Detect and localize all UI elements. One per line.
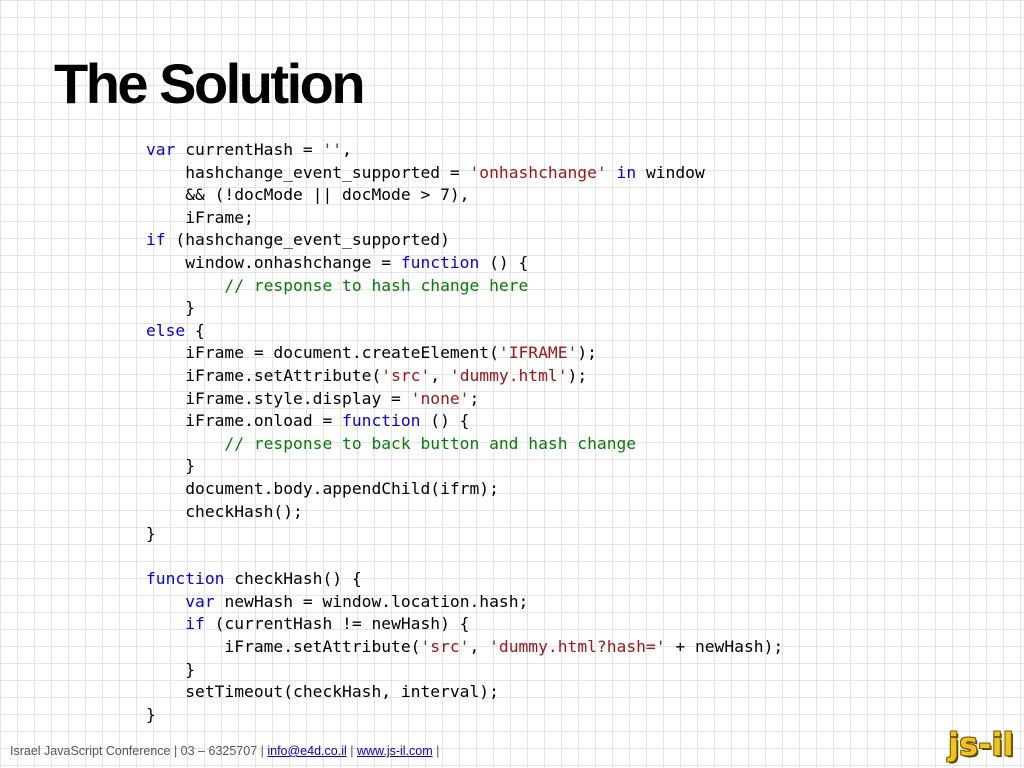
slide-title: The Solution — [54, 52, 366, 115]
code-line: checkHash(); — [146, 501, 783, 524]
code-text: } — [146, 524, 156, 544]
code-keyword: function — [400, 252, 480, 272]
code-line: setTimeout(checkHash, interval); — [146, 681, 783, 704]
code-line: iFrame.setAttribute('src', 'dummy.html?h… — [146, 636, 783, 659]
code-line: } — [146, 297, 783, 320]
code-text: } — [146, 456, 196, 476]
code-line: // response to hash change here — [146, 275, 783, 298]
code-keyword: in — [616, 162, 637, 182]
code-line: iFrame = document.createElement('IFRAME'… — [146, 342, 783, 365]
code-text: , — [342, 140, 352, 159]
footer-separator: | — [346, 744, 357, 758]
code-text: iFrame.setAttribute( — [146, 637, 421, 657]
code-line: } — [146, 704, 783, 727]
code-keyword: var — [146, 140, 176, 159]
code-line: var newHash = window.location.hash; — [146, 591, 783, 614]
code-line: // response to back button and hash chan… — [146, 433, 783, 456]
code-string: 'src' — [381, 365, 431, 385]
code-line: } — [146, 455, 783, 478]
code-text: iFrame.onload = — [146, 411, 343, 431]
code-keyword: if — [185, 614, 205, 634]
code-line: iFrame.style.display = 'none'; — [146, 388, 783, 411]
code-text: iFrame; — [146, 207, 254, 227]
code-keyword: function — [342, 411, 421, 431]
code-text: { — [185, 320, 205, 340]
code-string: 'dummy.html?hash=' — [489, 637, 666, 657]
footer-email-link[interactable]: info@e4d.co.il — [267, 744, 346, 758]
code-text: currentHash = — [175, 140, 323, 159]
code-line: } — [146, 659, 783, 682]
code-string: 'src' — [420, 637, 470, 657]
code-text: } — [146, 704, 156, 724]
code-string: 'onhashchange' — [469, 162, 607, 182]
code-line: iFrame.onload = function () { — [146, 410, 783, 433]
code-string: 'none' — [410, 388, 470, 408]
footer: Israel JavaScript Conference | 03 – 6325… — [10, 744, 439, 758]
code-keyword: if — [146, 230, 166, 250]
code-line: document.body.appendChild(ifrm); — [146, 478, 783, 501]
footer-suffix: | — [432, 744, 440, 758]
code-text: window.onhashchange = — [146, 252, 401, 272]
code-text: document.body.appendChild(ifrm); — [146, 478, 499, 498]
code-text: , — [430, 365, 450, 385]
code-comment: // response to back button and hash chan… — [146, 433, 637, 453]
code-string: 'dummy.html' — [449, 365, 568, 385]
code-text: } — [146, 659, 196, 679]
code-text: ); — [577, 343, 597, 363]
code-text: (currentHash != newHash) { — [204, 614, 470, 634]
footer-website-link[interactable]: www.js-il.com — [357, 744, 433, 758]
code-text: () { — [479, 252, 529, 272]
code-text: iFrame.style.display = — [146, 388, 411, 408]
code-keyword: var — [185, 591, 215, 611]
code-text: checkHash(); — [146, 501, 303, 521]
code-line: else { — [146, 320, 783, 343]
footer-conference-info: Israel JavaScript Conference | 03 – 6325… — [10, 744, 268, 758]
code-text: ); — [567, 365, 588, 385]
code-line: } — [146, 523, 783, 546]
code-line: var currentHash = '', — [146, 139, 783, 162]
code-line: if (hashchange_event_supported) — [146, 229, 783, 252]
code-line: iFrame; — [146, 207, 783, 230]
js-il-logo: js-il — [948, 727, 1014, 763]
code-string: '' — [322, 140, 343, 159]
code-line: function checkHash() { — [146, 568, 783, 591]
code-text: iFrame.setAttribute( — [146, 365, 382, 385]
code-keyword: function — [146, 569, 225, 589]
code-text: iFrame = document.createElement( — [146, 343, 499, 363]
code-string: 'IFRAME' — [498, 343, 578, 363]
code-comment: // response to hash change here — [146, 275, 529, 295]
code-line: iFrame.setAttribute('src', 'dummy.html')… — [146, 365, 783, 388]
code-text: ; — [469, 388, 480, 408]
code-line: if (currentHash != newHash) { — [146, 613, 783, 636]
code-text: newHash = window.location.hash; — [214, 591, 529, 611]
code-text: window — [636, 162, 705, 182]
code-text: (hashchange_event_supported) — [165, 230, 450, 250]
code-text: + newHash); — [665, 637, 784, 657]
code-keyword: else — [146, 320, 186, 340]
code-line: && (!docMode || docMode > 7), — [146, 184, 783, 207]
code-text: checkHash() { — [224, 569, 362, 589]
code-text: } — [146, 298, 196, 318]
code-line: window.onhashchange = function () { — [146, 252, 783, 275]
code-text: () { — [420, 411, 470, 431]
code-text: && (!docMode || docMode > 7), — [146, 185, 470, 205]
code-line: hashchange_event_supported = 'onhashchan… — [146, 162, 783, 185]
code-block: var currentHash = '', hashchange_event_s… — [146, 139, 783, 726]
code-text: hashchange_event_supported = — [146, 162, 470, 182]
code-text: , — [469, 637, 490, 657]
code-text: setTimeout(checkHash, interval); — [146, 682, 499, 702]
